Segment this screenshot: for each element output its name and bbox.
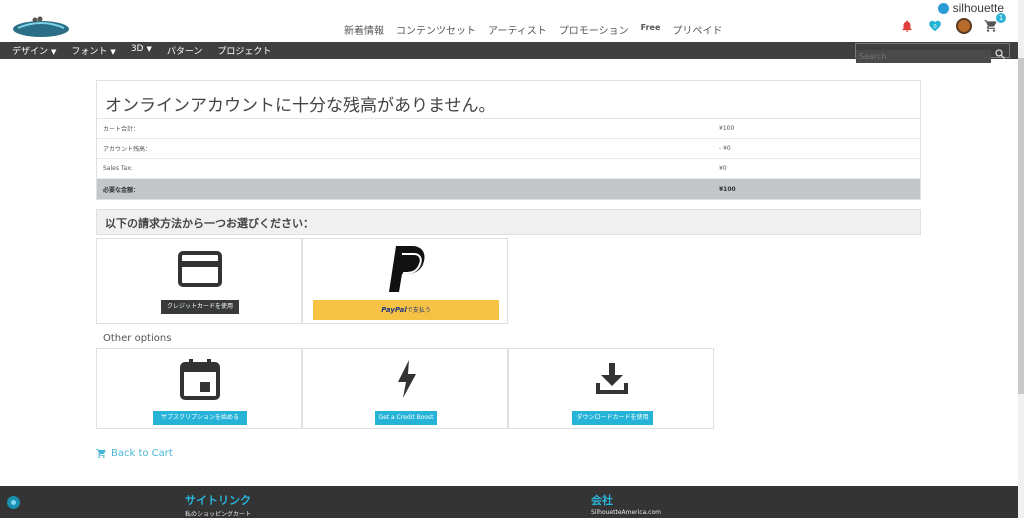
search-box — [855, 43, 1010, 63]
avatar[interactable] — [956, 18, 972, 34]
design-store-logo[interactable] — [12, 16, 70, 38]
amount-required-row: 必要な金額： ¥100 — [97, 179, 920, 199]
footer: サイトリンク 私のショッピングカート 会社 SilhouetteAmerica.… — [0, 486, 1018, 518]
download-icon — [596, 363, 628, 394]
search-input[interactable] — [856, 50, 991, 63]
heart-icon[interactable]: 0 — [928, 18, 944, 34]
brand-name: silhouette — [952, 1, 1004, 15]
footer-company-heading: 会社 — [591, 494, 613, 507]
bell-icon[interactable] — [900, 18, 916, 34]
nav-3d-label: 3D — [130, 44, 144, 54]
insufficient-balance-heading: オンラインアカウントに十分な残高がありません。 — [97, 81, 920, 119]
nav-content-sets[interactable]: コンテンツセット — [396, 22, 476, 37]
row-value: ¥100 — [719, 185, 736, 193]
pay-with-paypal-button[interactable]: PayPalで支払う — [313, 300, 499, 320]
row-value: ¥100 — [719, 125, 735, 132]
search-icon[interactable] — [994, 45, 1006, 64]
credit-boost-button[interactable]: Get a Credit Boost — [375, 411, 437, 425]
nav-fonts-label: フォント — [71, 47, 108, 57]
download-card-option[interactable]: ダウンロードカードを使用 — [508, 348, 714, 429]
cart-count-badge: 1 — [996, 13, 1006, 23]
paypal-icon — [389, 246, 425, 292]
other-options-title: Other options — [103, 333, 172, 344]
row-label: アカウント残高： — [103, 146, 152, 153]
silhouette-brand[interactable]: silhouette — [937, 1, 1004, 15]
top-icons: 0 1 — [900, 13, 1006, 34]
lightning-icon — [398, 360, 416, 398]
cart-icon[interactable]: 1 — [984, 13, 1006, 34]
payment-methods-title: 以下の請求方法から一つお選びください： — [96, 209, 921, 235]
start-subscription-button[interactable]: サブスクリプションを始める — [153, 411, 247, 425]
top-bar: silhouette 新着情報 コンテンツセット アーティスト プロモーション … — [0, 0, 1018, 42]
credit-card-icon — [178, 251, 222, 287]
scrollbar-thumb[interactable] — [1018, 58, 1024, 394]
paypal-option[interactable]: PayPalで支払う — [302, 238, 508, 324]
account-balance-row: アカウント残高： - ¥0 — [97, 139, 920, 159]
use-download-card-button[interactable]: ダウンロードカードを使用 — [572, 411, 653, 425]
nav-patterns[interactable]: パターン — [167, 44, 203, 57]
footer-sitelinks-heading: サイトリンク — [185, 494, 251, 507]
credit-card-option[interactable]: クレジットカードを使用 — [96, 238, 302, 324]
row-value: - ¥0 — [719, 145, 731, 152]
nav-3d[interactable]: 3D ▼ — [131, 44, 152, 57]
balance-panel: オンラインアカウントに十分な残高がありません。 カート合計： ¥100 アカウン… — [96, 80, 921, 200]
nav-new[interactable]: 新着情報 — [344, 22, 384, 37]
chevron-down-icon: ▼ — [146, 45, 152, 53]
footer-shopping-cart-link[interactable]: 私のショッピングカート — [185, 509, 251, 518]
nav-free[interactable]: Free — [641, 22, 661, 37]
calendar-icon — [180, 359, 220, 400]
nav-fonts[interactable]: フォント ▼ — [71, 44, 115, 57]
page-scrollbar[interactable] — [1018, 0, 1024, 518]
footer-silhouette-america-link[interactable]: SilhouetteAmerica.com — [591, 509, 661, 516]
nav-prepaid[interactable]: プリペイド — [672, 22, 722, 37]
nav-designs[interactable]: デザイン ▼ — [12, 44, 56, 57]
back-to-cart-label: Back to Cart — [111, 448, 173, 459]
row-label: カート合計： — [103, 126, 140, 133]
back-to-cart-link[interactable]: Back to Cart — [96, 448, 173, 459]
category-nav: デザイン ▼ フォント ▼ 3D ▼ パターン プロジェクト — [0, 42, 1018, 63]
use-credit-card-button[interactable]: クレジットカードを使用 — [161, 300, 239, 314]
nav-artists[interactable]: アーティスト — [488, 22, 547, 37]
cart-icon — [96, 448, 106, 459]
row-value: ¥0 — [719, 165, 727, 172]
cart-total-row: カート合計： ¥100 — [97, 119, 920, 139]
chat-icon[interactable] — [7, 496, 20, 509]
credit-boost-option[interactable]: Get a Credit Boost — [302, 348, 508, 429]
chevron-down-icon: ▼ — [51, 48, 57, 56]
pay-with-label: で支払う — [406, 307, 431, 314]
svg-text:0: 0 — [933, 24, 936, 30]
nav-projects[interactable]: プロジェクト — [217, 44, 271, 57]
chevron-down-icon: ▼ — [110, 48, 116, 56]
row-label: Sales Tax: — [103, 165, 133, 172]
nav-designs-label: デザイン — [12, 47, 49, 57]
top-nav: 新着情報 コンテンツセット アーティスト プロモーション Free プリペイド — [344, 22, 722, 37]
row-label: 必要な金額： — [103, 186, 140, 194]
sales-tax-row: Sales Tax: ¥0 — [97, 159, 920, 179]
silhouette-logo-icon — [937, 2, 949, 14]
paypal-wordmark: PayPal — [381, 306, 407, 314]
subscription-option[interactable]: サブスクリプションを始める — [96, 348, 302, 429]
nav-promotions[interactable]: プロモーション — [559, 22, 629, 37]
